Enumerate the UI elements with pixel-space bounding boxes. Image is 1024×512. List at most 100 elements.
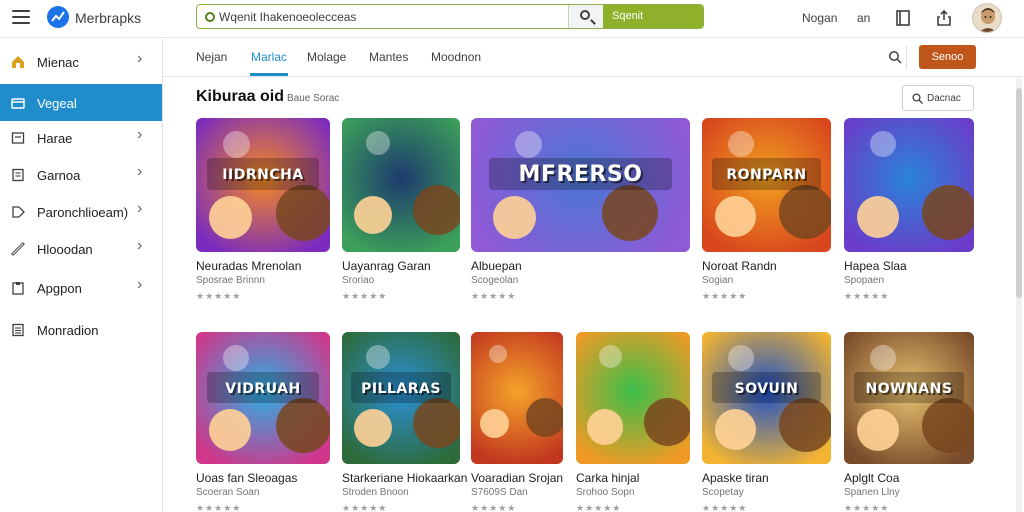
chevron-right-icon: › bbox=[137, 200, 143, 217]
sidebar-item-paronchlioeam[interactable]: Paronchlioeam) › bbox=[0, 193, 162, 230]
game-thumbnail[interactable]: PILLARAS bbox=[342, 332, 460, 464]
sidebar-item-vegeal[interactable]: Vegeal bbox=[0, 84, 162, 121]
search-bar: Sqenit bbox=[196, 4, 704, 29]
filter-button-label: Dacnac bbox=[927, 93, 961, 104]
game-card[interactable]: MFRERSO Albuepan Scogeolan ★★★★★ bbox=[471, 118, 690, 310]
game-card[interactable]: IIDRNCHA Neuradas Mrenolan Sposrae Brinnn ★… bbox=[196, 118, 330, 310]
game-thumbnail[interactable]: VIDRUAH bbox=[196, 332, 330, 464]
character-art bbox=[587, 409, 623, 445]
game-logo-text: IIDRNCHA bbox=[206, 158, 320, 191]
sidebar-item-mienac[interactable]: Mienac › bbox=[0, 43, 162, 80]
sidebar-item-label: Paronchlioeam) bbox=[37, 205, 129, 220]
game-thumbnail[interactable] bbox=[342, 118, 460, 252]
sidebar-item-garnoa[interactable]: Garnoa › bbox=[0, 156, 162, 193]
game-title[interactable]: Apaske tiran bbox=[702, 471, 769, 485]
game-title[interactable]: Uayanrag Garan bbox=[342, 259, 431, 273]
character-art bbox=[413, 185, 460, 235]
tab-marlac[interactable]: Marlac bbox=[251, 50, 287, 64]
game-card[interactable]: Hapea Slaa Spopaen ★★★★★ bbox=[844, 118, 974, 310]
character-art bbox=[480, 409, 509, 438]
game-card[interactable]: RONPARN Noroat Randn Sogian ★★★★★ bbox=[702, 118, 831, 310]
brand-name[interactable]: Merbrapks bbox=[75, 10, 141, 26]
game-thumbnail[interactable]: RONPARN bbox=[702, 118, 831, 252]
search-button[interactable] bbox=[568, 5, 603, 28]
game-thumbnail[interactable]: IIDRNCHA bbox=[196, 118, 330, 252]
sidebar-item-label: Hlooodan bbox=[37, 242, 93, 257]
sidebar-item-harae[interactable]: Harae › bbox=[0, 119, 162, 156]
game-logo-text: PILLARAS bbox=[351, 371, 451, 404]
character-art bbox=[366, 345, 390, 369]
game-thumbnail[interactable]: SOVUIN bbox=[702, 332, 831, 464]
character-art bbox=[599, 345, 622, 368]
game-title[interactable]: Voaradian Srojan bbox=[471, 471, 563, 485]
game-developer: Stroden Bnoon bbox=[342, 487, 409, 498]
scrollbar-thumb[interactable] bbox=[1016, 88, 1022, 298]
rating-stars: ★★★★★ bbox=[844, 503, 890, 512]
notes-icon bbox=[11, 323, 25, 337]
search-submit-button[interactable]: Sqenit bbox=[603, 5, 703, 28]
sidebar-item-label: Vegeal bbox=[37, 96, 77, 111]
filter-button[interactable]: Dacnac bbox=[902, 85, 974, 111]
game-card[interactable]: Voaradian Srojan S7609S Dan ★★★★★ bbox=[471, 332, 563, 512]
search-icon[interactable] bbox=[888, 50, 902, 64]
rating-stars: ★★★★★ bbox=[196, 503, 242, 512]
sidebar-item-hlooodan[interactable]: Hlooodan › bbox=[0, 230, 162, 267]
sidebar-item-apgpon[interactable]: Apgpon › bbox=[0, 269, 162, 306]
game-thumbnail[interactable] bbox=[471, 332, 563, 464]
character-art bbox=[870, 131, 896, 157]
game-title[interactable]: Uoas fan Sleoagas bbox=[196, 471, 297, 485]
game-title[interactable]: Aplglt Coa bbox=[844, 471, 899, 485]
language-selector[interactable]: an bbox=[857, 11, 870, 25]
game-developer: Spanen Llny bbox=[844, 487, 900, 498]
game-developer: Sogian bbox=[702, 275, 734, 286]
clipboard-icon bbox=[11, 281, 25, 295]
character-art bbox=[715, 409, 756, 450]
game-card[interactable]: VIDRUAH Uoas fan Sleoagas Scoeran Soan ★★★★… bbox=[196, 332, 330, 512]
user-name[interactable]: Nogan bbox=[802, 11, 837, 25]
brand-logo-icon[interactable] bbox=[47, 6, 69, 28]
game-thumbnail[interactable] bbox=[844, 118, 974, 252]
game-card[interactable]: SOVUIN Apaske tiran Scopetay ★★★★★ bbox=[702, 332, 831, 512]
section-subtitle[interactable]: Baue Sorac bbox=[287, 93, 339, 104]
game-card[interactable]: Carka hinjal Srohoo Sopn ★★★★★ bbox=[576, 332, 690, 512]
character-art bbox=[526, 398, 563, 437]
rating-stars: ★★★★★ bbox=[844, 291, 890, 301]
game-thumbnail[interactable]: NOWNANS bbox=[844, 332, 974, 464]
senoo-button[interactable]: Senoo bbox=[919, 45, 976, 69]
user-avatar[interactable] bbox=[972, 3, 1002, 33]
home-icon bbox=[11, 55, 25, 69]
book-icon[interactable] bbox=[894, 9, 912, 27]
game-title[interactable]: Neuradas Mrenolan bbox=[196, 259, 301, 273]
character-art bbox=[493, 196, 536, 239]
link-icon bbox=[11, 242, 25, 256]
character-art bbox=[209, 196, 252, 239]
game-developer: Scoeran Soan bbox=[196, 487, 260, 498]
game-developer: Srohoo Sopn bbox=[576, 487, 635, 498]
character-art bbox=[413, 398, 460, 448]
tab-moodnon[interactable]: Moodnon bbox=[431, 50, 481, 64]
game-title[interactable]: Carka hinjal bbox=[576, 471, 639, 485]
game-logo-text: NOWNANS bbox=[854, 371, 964, 404]
game-title[interactable]: Noroat Randn bbox=[702, 259, 777, 273]
game-card[interactable]: NOWNANS Aplglt Coa Spanen Llny ★★★★★ bbox=[844, 332, 974, 512]
game-thumbnail[interactable] bbox=[576, 332, 690, 464]
tab-nejan[interactable]: Nejan bbox=[196, 50, 227, 64]
game-card[interactable]: Uayanrag Garan Sroriao ★★★★★ bbox=[342, 118, 460, 310]
sidebar-item-label: Garnoa bbox=[37, 168, 81, 183]
share-icon[interactable] bbox=[935, 9, 953, 27]
tab-mantes[interactable]: Mantes bbox=[369, 50, 408, 64]
sidebar-item-monradion[interactable]: Monradion bbox=[0, 311, 162, 348]
game-title[interactable]: Hapea Slaa bbox=[844, 259, 907, 273]
tab-molage[interactable]: Molage bbox=[307, 50, 346, 64]
game-developer: Scogeolan bbox=[471, 275, 519, 286]
game-thumbnail[interactable]: MFRERSO bbox=[471, 118, 690, 252]
game-title[interactable]: Albuepan bbox=[471, 259, 522, 273]
character-art bbox=[922, 185, 974, 240]
search-input[interactable] bbox=[219, 8, 564, 26]
game-card[interactable]: PILLARAS Starkeriane Hiokaarkan Stroden Bn… bbox=[342, 332, 467, 512]
hamburger-menu-icon[interactable] bbox=[12, 10, 30, 24]
scrollbar[interactable] bbox=[1016, 78, 1022, 512]
top-bar: Merbrapks Sqenit Nogan an bbox=[0, 0, 1024, 38]
game-title[interactable]: Starkeriane Hiokaarkan bbox=[342, 471, 467, 485]
character-art bbox=[715, 196, 756, 237]
